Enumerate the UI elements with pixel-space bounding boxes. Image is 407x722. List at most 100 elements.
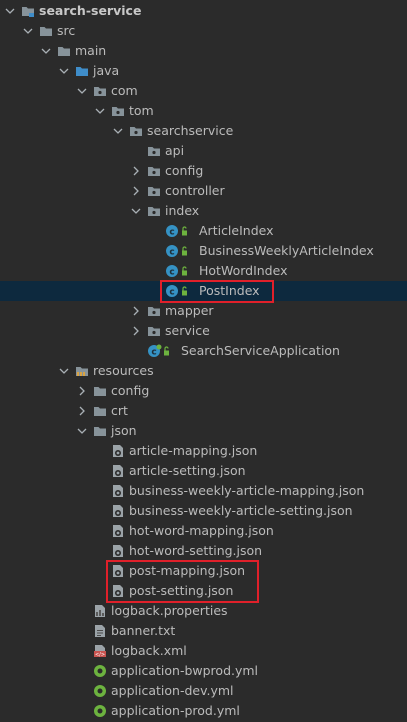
tree-row-articleindex[interactable]: c ArticleIndex [0,221,407,241]
tree-item-label: resources [93,363,154,378]
yaml-file-icon [93,684,107,698]
xml-file-icon: </> [93,644,107,658]
tree-item-label: PostIndex [199,283,260,298]
tree-item-label: article-setting.json [129,463,246,478]
tree-row-post-mapping-json[interactable]: post-mapping.json [0,561,407,581]
tree-row-main[interactable]: main [0,41,407,61]
package-icon [129,124,143,138]
chevron-right-icon[interactable] [76,385,88,397]
json-file-icon [111,464,125,478]
tree-item-label: controller [165,183,225,198]
chevron-right-icon[interactable] [76,405,88,417]
tree-item-label: api [165,143,185,158]
tree-item-label: main [75,43,107,58]
tree-item-label: HotWordIndex [199,263,288,278]
tree-item-label: search-service [39,3,142,18]
chevron-down-icon[interactable] [22,25,34,37]
folder-icon [93,424,107,438]
tree-row-index[interactable]: index [0,201,407,221]
tree-item-label: application-dev.yml [111,683,234,698]
chevron-right-icon[interactable] [130,325,142,337]
chevron-down-icon[interactable] [76,425,88,437]
tree-row-src[interactable]: src [0,21,407,41]
tree-row-search-service[interactable]: search-service [0,1,407,21]
chevron-down-icon[interactable] [130,205,142,217]
yaml-file-icon [93,664,107,678]
tree-row-application-bwprod-yml[interactable]: application-bwprod.yml [0,661,407,681]
chevron-down-icon[interactable] [58,65,70,77]
tree-row-post-setting-json[interactable]: post-setting.json [0,581,407,601]
tree-item-label: application-prod.yml [111,703,240,718]
tree-row-application-dev-yml[interactable]: application-dev.yml [0,681,407,701]
tree-row-hot-word-setting-json[interactable]: hot-word-setting.json [0,541,407,561]
tree-row-controller[interactable]: controller [0,181,407,201]
tree-item-label: logback.xml [111,643,187,658]
tree-row-article-mapping-json[interactable]: article-mapping.json [0,441,407,461]
json-file-icon [111,504,125,518]
tree-row-searchserviceapplication[interactable]: c SearchServiceApplication [0,341,407,361]
folder-icon [57,44,71,58]
chevron-right-icon[interactable] [130,185,142,197]
tree-row-com[interactable]: com [0,81,407,101]
svg-text:</>: </> [95,652,105,658]
tree-item-label: hot-word-mapping.json [129,523,274,538]
package-icon [147,144,161,158]
chevron-down-icon[interactable] [4,5,16,17]
folder-icon [93,404,107,418]
tree-item-label: SearchServiceApplication [181,343,340,358]
tree-item-label: post-setting.json [129,583,234,598]
tree-item-label: article-mapping.json [129,443,258,458]
tree-row-java[interactable]: java [0,61,407,81]
package-icon [147,324,161,338]
tree-row-postindex[interactable]: c PostIndex [0,281,407,301]
package-icon [147,164,161,178]
chevron-down-icon[interactable] [94,105,106,117]
tree-row-json[interactable]: json [0,421,407,441]
json-file-icon [111,564,125,578]
tree-row-config[interactable]: config [0,161,407,181]
chevron-right-icon[interactable] [130,305,142,317]
tree-row-article-setting-json[interactable]: article-setting.json [0,461,407,481]
chevron-down-icon[interactable] [76,85,88,97]
tree-item-label: hot-word-setting.json [129,543,263,558]
tree-row-mapper[interactable]: mapper [0,301,407,321]
tree-row-application-prod-yml[interactable]: application-prod.yml [0,701,407,721]
resources-folder-icon [75,364,89,378]
java-class-icon: c [165,244,187,258]
tree-row-logback-properties[interactable]: logback.properties [0,601,407,621]
tree-row-banner-txt[interactable]: banner.txt [0,621,407,641]
chevron-down-icon[interactable] [58,365,70,377]
tree-item-label: index [165,203,200,218]
tree-row-searchservice[interactable]: searchservice [0,121,407,141]
tree-row-service[interactable]: service [0,321,407,341]
tree-item-label: java [93,63,120,78]
tree-item-label: tom [129,103,154,118]
tree-row-crt[interactable]: crt [0,401,407,421]
tree-row-hotwordindex[interactable]: c HotWordIndex [0,261,407,281]
tree-row-businessweeklyarticleindex[interactable]: c BusinessWeeklyArticleIndex [0,241,407,261]
svg-text:c: c [169,288,174,298]
tree-item-label: mapper [165,303,214,318]
yaml-file-icon [93,704,107,718]
spring-boot-app-icon: c [147,344,169,358]
svg-text:c: c [169,268,174,278]
properties-file-icon [93,604,107,618]
tree-item-label: ArticleIndex [199,223,274,238]
tree-row-resources[interactable]: resources [0,361,407,381]
tree-row-api[interactable]: api [0,141,407,161]
tree-item-label: config [165,163,204,178]
tree-row-config[interactable]: config [0,381,407,401]
tree-row-business-weekly-article-mapping-json[interactable]: business-weekly-article-mapping.json [0,481,407,501]
chevron-down-icon[interactable] [112,125,124,137]
tree-row-tom[interactable]: tom [0,101,407,121]
tree-item-label: business-weekly-article-mapping.json [129,483,365,498]
tree-item-label: config [111,383,150,398]
chevron-right-icon[interactable] [130,165,142,177]
tree-row-logback-xml[interactable]: </> logback.xml [0,641,407,661]
project-tree: search-service src main java com tom searchser… [0,0,407,722]
tree-row-business-weekly-article-setting-json[interactable]: business-weekly-article-setting.json [0,501,407,521]
package-icon [147,184,161,198]
tree-row-hot-word-mapping-json[interactable]: hot-word-mapping.json [0,521,407,541]
tree-item-label: BusinessWeeklyArticleIndex [199,243,374,258]
chevron-down-icon[interactable] [40,45,52,57]
